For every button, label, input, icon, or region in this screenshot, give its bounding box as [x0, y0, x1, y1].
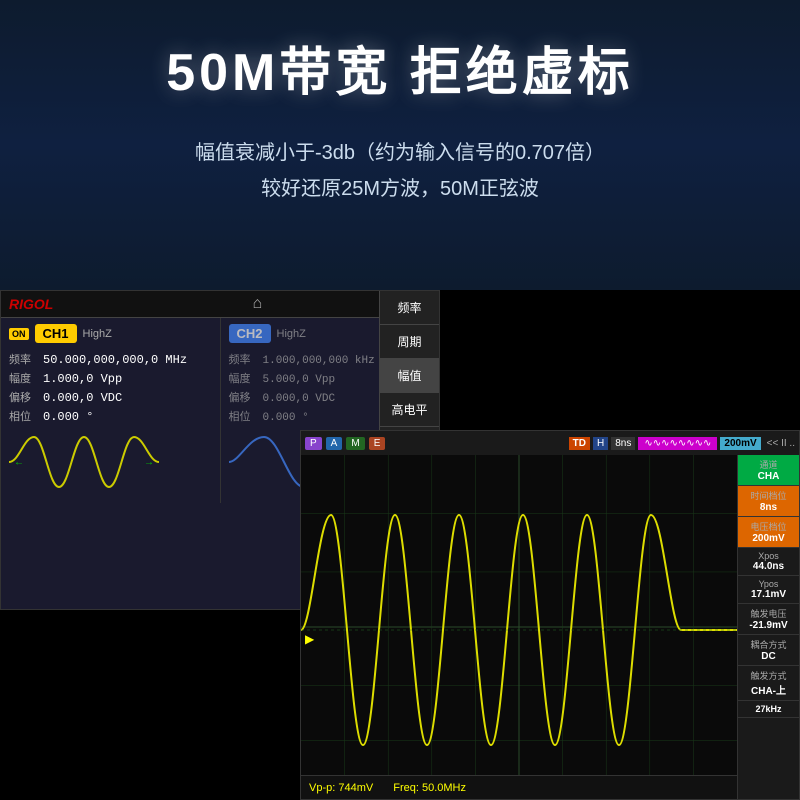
tune-icon: ⌂	[253, 295, 263, 313]
sg-menu-amp[interactable]: 幅值	[380, 359, 439, 393]
top-section: 50M带宽 拒绝虚标 幅值衰减小于-3db（约为输入信号的0.707倍） 较好还…	[0, 0, 800, 290]
rp-trig-mode-label: 触发方式	[740, 669, 797, 682]
m-button[interactable]: M	[346, 437, 364, 450]
ch2-phase-label: 相位	[229, 408, 257, 424]
svg-text:←: ←	[14, 457, 24, 468]
rp-timebase-label: 时间档位	[740, 489, 797, 502]
svg-text:→: →	[144, 457, 154, 468]
vp-label: Vp-p:	[309, 782, 335, 794]
ch1-phase-row: 相位 0.000 °	[9, 408, 212, 424]
rp-voltage-value: 200mV	[740, 533, 797, 544]
bottom-bar: Vp-p: 744mV Freq: 50.0MHz	[301, 775, 737, 799]
p-button[interactable]: P	[305, 437, 322, 450]
freq-value: 50.0MHz	[422, 782, 466, 794]
rp-trig-v-value: -21.9mV	[740, 620, 797, 631]
rp-voltage-label: 电压档位	[740, 520, 797, 533]
right-panel: 通道 CHA 时间档位 8ns 电压档位 200mV Xpos 44.0ns Y…	[737, 455, 799, 799]
h-badge: H	[593, 437, 608, 450]
ch1-amp-row: 幅度 1.000,0 Vpp	[9, 370, 212, 386]
time-value: 8ns	[611, 437, 635, 450]
subtitle-line1: 幅值衰减小于-3db（约为输入信号的0.707倍）	[195, 142, 605, 164]
rp-ypos[interactable]: Ypos 17.1mV	[738, 576, 799, 604]
td-badge: TD	[569, 437, 590, 450]
ch1-phase-value: 0.000 °	[43, 410, 93, 424]
vp-stat: Vp-p: 744mV	[309, 782, 373, 794]
ch1-on-badge: ON	[9, 328, 29, 340]
freq-stat: Freq: 50.0MHz	[393, 782, 466, 794]
rp-channel-label: 通道	[740, 458, 797, 471]
e-button[interactable]: E	[369, 437, 386, 450]
sg-menu-period[interactable]: 周期	[380, 325, 439, 359]
wave-display: P A M E TD H 8ns ∿∿∿∿∿∿∿∿ 200mV << II ..	[300, 430, 800, 800]
ch2-amp-value: 5.000,0 Vpp	[263, 374, 336, 386]
subtitle-line2: 较好还原25M方波，50M正弦波	[261, 178, 539, 200]
ch1-offset-label: 偏移	[9, 389, 37, 405]
rp-trig-voltage[interactable]: 触发电压 -21.9mV	[738, 604, 799, 635]
ch1-offset-row: 偏移 0.000,0 VDC	[9, 389, 212, 405]
vp-value: 744mV	[338, 782, 373, 794]
ch2-freq-label: 频率	[229, 351, 257, 367]
ch1-freq-value: 50.000,000,000,0 MHz	[43, 353, 187, 367]
ch1-amp-label: 幅度	[9, 370, 37, 386]
ch1-phase-label: 相位	[9, 408, 37, 424]
rp-xpos-label: Xpos	[740, 551, 797, 561]
sig-gen-header: RIGOL ⌂ Sine	[1, 291, 439, 318]
wave-toolbar: P A M E TD H 8ns ∿∿∿∿∿∿∿∿ 200mV << II ..	[301, 431, 799, 455]
osc-section: RIGOL ⌂ Sine ON CH1 HighZ 频率 50.000,000,…	[0, 290, 800, 800]
wave-pattern-badge: ∿∿∿∿∿∿∿∿	[638, 437, 717, 450]
sg-menu-freq[interactable]: 频率	[380, 291, 439, 325]
rp-trig-v-label: 触发电压	[740, 607, 797, 620]
ch2-offset-label: 偏移	[229, 389, 257, 405]
ch1-header: ON CH1 HighZ	[9, 324, 212, 343]
ch1-highz: HighZ	[83, 328, 112, 340]
sg-menu-highlevel[interactable]: 高电平	[380, 393, 439, 427]
main-title: 50M带宽 拒绝虚标	[20, 30, 780, 105]
rp-xpos[interactable]: Xpos 44.0ns	[738, 548, 799, 576]
ch2-offset-value: 0.000,0 VDC	[263, 393, 336, 405]
rp-ypos-label: Ypos	[740, 579, 797, 589]
ch1-offset-value: 0.000,0 VDC	[43, 391, 122, 405]
rp-coupling-value: DC	[740, 651, 797, 662]
rp-freq: 27kHz	[738, 701, 799, 718]
rp-channel-value: CHA	[740, 471, 797, 482]
scale-badge: 200mV	[720, 437, 760, 450]
ch2-highz: HighZ	[277, 328, 306, 340]
svg-text:▶: ▶	[305, 632, 315, 646]
freq-label: Freq:	[393, 782, 419, 794]
rp-trig-mode-value: CHA-上	[740, 682, 797, 697]
ch2-label: CH2	[229, 324, 271, 343]
rp-ypos-value: 17.1mV	[740, 589, 797, 600]
ch1-freq-row: 频率 50.000,000,000,0 MHz	[9, 351, 212, 367]
ch1-amp-value: 1.000,0 Vpp	[43, 372, 122, 386]
rp-freq-value: 27kHz	[740, 704, 797, 714]
ch1-freq-label: 频率	[9, 351, 37, 367]
ch2-amp-label: 幅度	[229, 370, 257, 386]
grid-svg: ▶	[301, 455, 737, 799]
rp-timebase[interactable]: 时间档位 8ns	[738, 486, 799, 517]
rp-coupling-label: 耦合方式	[740, 638, 797, 651]
ch1-label: CH1	[35, 324, 77, 343]
rigol-logo: RIGOL	[9, 296, 53, 312]
ch1-waveform: ← →	[9, 427, 212, 497]
a-button[interactable]: A	[326, 437, 343, 450]
subtitle: 幅值衰减小于-3db（约为输入信号的0.707倍） 较好还原25M方波，50M正…	[20, 135, 780, 207]
ch2-freq-value: 1.000,000,000 kHz	[263, 355, 375, 367]
rp-timebase-value: 8ns	[740, 502, 797, 513]
extra-nav: << II ..	[767, 438, 795, 449]
wave-status: TD H 8ns ∿∿∿∿∿∿∿∿ 200mV << II ..	[569, 437, 795, 450]
rp-voltage[interactable]: 电压档位 200mV	[738, 517, 799, 548]
ch1-block: ON CH1 HighZ 频率 50.000,000,000,0 MHz 幅度 …	[1, 318, 221, 503]
rp-channel[interactable]: 通道 CHA	[738, 455, 799, 486]
wave-grid: ▶ 通道 CHA 时间档位 8ns 电压档位 200mV Xpos 4	[301, 455, 799, 799]
ch2-phase-value: 0.000 °	[263, 412, 309, 424]
rp-trig-mode[interactable]: 触发方式 CHA-上	[738, 666, 799, 701]
rp-xpos-value: 44.0ns	[740, 561, 797, 572]
rp-coupling[interactable]: 耦合方式 DC	[738, 635, 799, 666]
